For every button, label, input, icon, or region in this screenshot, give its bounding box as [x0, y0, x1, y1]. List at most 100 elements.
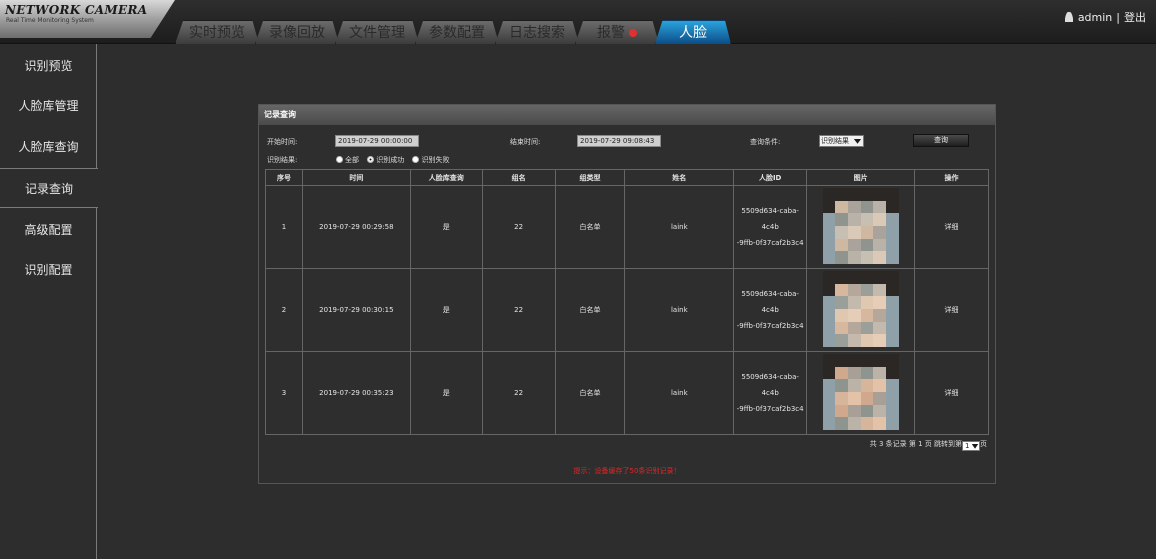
- logout-link[interactable]: 登出: [1124, 11, 1146, 24]
- photo-pixel: [835, 379, 849, 393]
- cell-index: 3: [265, 351, 303, 435]
- total-records-text: 共 3 条记录: [869, 440, 907, 448]
- cell-index: 2: [265, 268, 303, 352]
- radio-success[interactable]: 识别成功: [367, 155, 404, 165]
- photo-pixel: [847, 309, 862, 323]
- photo-pixel: [847, 296, 862, 310]
- face-photo: [822, 354, 899, 430]
- sidebar-item-record-query[interactable]: 记录查询: [0, 168, 98, 208]
- sidebar-item-recognition-config[interactable]: 识别配置: [0, 250, 97, 290]
- column-header: 时间: [301, 169, 411, 186]
- detail-link[interactable]: 详细: [914, 351, 989, 435]
- photo-pixel: [835, 251, 849, 264]
- photo-pixel: [822, 309, 837, 323]
- photo-pixel: [885, 366, 899, 381]
- sidebar-item-advanced-config[interactable]: 高级配置: [0, 210, 97, 250]
- photo-pixel: [873, 379, 887, 393]
- cell-time: 2019-07-29 00:35:23: [301, 351, 411, 435]
- face-photo: [822, 271, 899, 347]
- photo-pixel: [885, 379, 899, 393]
- column-header: 人脸ID: [733, 169, 808, 186]
- photo-pixel: [885, 188, 899, 202]
- tab-label: 参数配置: [429, 25, 485, 41]
- photo-pixel: [885, 200, 899, 215]
- tab-label: 人脸: [679, 25, 707, 41]
- detail-link[interactable]: 详细: [914, 185, 989, 269]
- photo-pixel: [873, 321, 887, 336]
- logo: NETWORK CAMERA Real Time Monitoring Syst…: [0, 0, 175, 38]
- sidebar-item-face-library-management[interactable]: 人脸库管理: [0, 86, 97, 126]
- radio-all[interactable]: 全部: [336, 155, 359, 165]
- photo-pixel: [860, 404, 875, 419]
- photo-pixel: [873, 226, 887, 240]
- record-query-panel: 记录查询 开始时间: 2019-07-29 00:00:00 结束时间: 201…: [258, 104, 996, 484]
- photo-pixel: [860, 188, 875, 202]
- page-select[interactable]: 1: [962, 441, 980, 451]
- photo-pixel: [835, 238, 849, 253]
- column-header: 组类型: [554, 169, 626, 186]
- photo-pixel: [822, 238, 837, 253]
- face-id-line: 5509d634-caba-4c4b: [741, 373, 799, 397]
- photo-pixel: [847, 213, 862, 227]
- query-button[interactable]: 查询: [913, 134, 969, 147]
- cell-group-type: 白名单: [554, 268, 626, 352]
- tab-label: 文件管理: [349, 25, 405, 41]
- photo-pixel: [822, 213, 837, 227]
- face-id-line: -9ffb-0f37caf2b3c4: [736, 239, 804, 247]
- table-row: 2 2019-07-29 00:30:15 是 22 白名单 laink 550…: [265, 268, 989, 352]
- photo-pixel: [835, 271, 849, 285]
- username: admin: [1077, 11, 1113, 24]
- tab-label: 录像回放: [269, 25, 325, 41]
- photo-pixel: [822, 200, 837, 215]
- tab-log-search[interactable]: 日志搜索: [495, 20, 579, 44]
- detail-link[interactable]: 详细: [914, 268, 989, 352]
- photo-pixel: [873, 366, 887, 381]
- column-header: 图片: [806, 169, 916, 186]
- table-header-row: 序号 时间 人脸库查询 组名 组类型 姓名 人脸ID 图片 操作: [265, 169, 989, 186]
- photo-pixel: [860, 321, 875, 336]
- photo-pixel: [822, 392, 837, 406]
- start-time-input[interactable]: 2019-07-29 00:00:00: [335, 135, 419, 147]
- tab-label: 日志搜索: [509, 25, 565, 41]
- cell-time: 2019-07-29 00:30:15: [301, 268, 411, 352]
- tab-parameter-config[interactable]: 参数配置: [415, 20, 499, 44]
- cell-time: 2019-07-29 00:29:58: [301, 185, 411, 269]
- photo-pixel: [835, 226, 849, 240]
- photo-pixel: [873, 213, 887, 227]
- radio-dot-icon: [412, 156, 420, 163]
- radio-failure[interactable]: 识别失败: [412, 155, 449, 165]
- tab-alarm[interactable]: 报警: [575, 20, 659, 44]
- photo-pixel: [835, 296, 849, 310]
- sidebar-item-recognition-preview[interactable]: 识别预览: [0, 46, 97, 86]
- query-condition-select[interactable]: 识别结果: [819, 135, 864, 147]
- photo-pixel: [847, 251, 862, 264]
- tab-live-preview[interactable]: 实时预览: [175, 20, 259, 44]
- photo-pixel: [847, 366, 862, 381]
- photo-pixel: [822, 283, 837, 298]
- radio-dot-icon: [367, 156, 375, 163]
- photo-pixel: [873, 296, 887, 310]
- photo-pixel: [885, 354, 899, 368]
- cell-name: laink: [624, 351, 735, 435]
- photo-pixel: [873, 251, 887, 264]
- photo-pixel: [835, 392, 849, 406]
- column-header: 序号: [265, 169, 303, 186]
- tab-file-management[interactable]: 文件管理: [335, 20, 419, 44]
- tab-face[interactable]: 人脸: [655, 20, 731, 44]
- photo-pixel: [847, 354, 862, 368]
- photo-pixel: [885, 238, 899, 253]
- tab-playback[interactable]: 录像回放: [255, 20, 339, 44]
- photo-pixel: [822, 296, 837, 310]
- photo-pixel: [847, 392, 862, 406]
- photo-pixel: [860, 354, 875, 368]
- sidebar-item-face-library-query[interactable]: 人脸库查询: [0, 127, 97, 167]
- query-condition-label: 查询条件:: [750, 138, 781, 146]
- photo-pixel: [835, 366, 849, 381]
- photo-pixel: [822, 251, 837, 264]
- recognition-result-label: 识别结果:: [267, 156, 298, 164]
- end-time-input[interactable]: 2019-07-29 09:08:43: [577, 135, 661, 147]
- cell-index: 1: [265, 185, 303, 269]
- panel-title: 记录查询: [259, 105, 995, 125]
- cell-photo: [806, 351, 916, 435]
- face-photo: [822, 188, 899, 264]
